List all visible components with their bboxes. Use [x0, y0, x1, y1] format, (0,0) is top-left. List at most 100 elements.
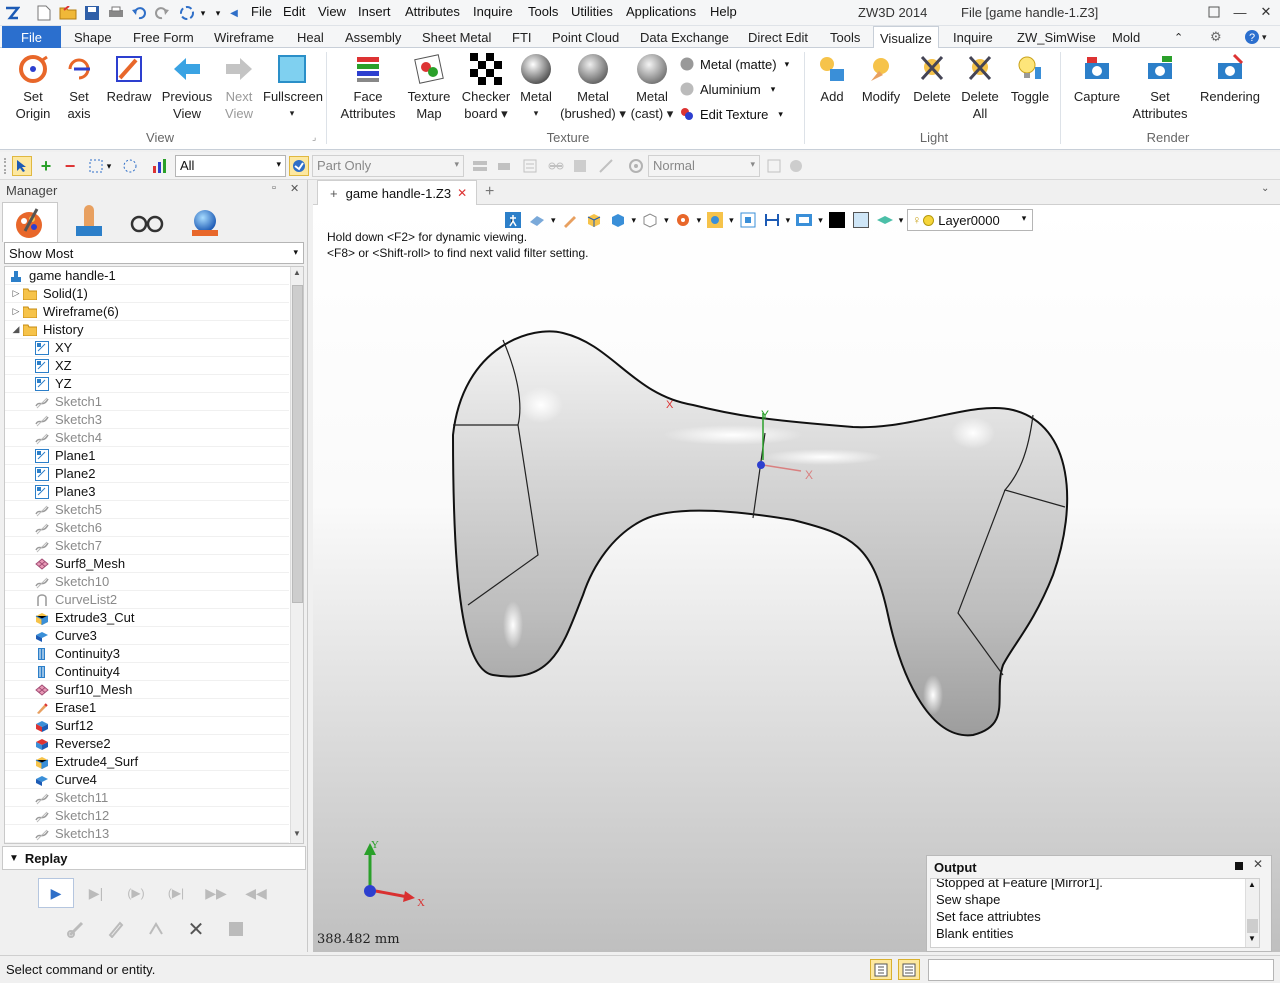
menu-help[interactable]: Help: [710, 4, 737, 19]
replay-step-into-icon[interactable]: (▶): [118, 878, 154, 908]
save-icon[interactable]: [82, 3, 102, 23]
checker-board-button[interactable]: Checker board ▾: [460, 52, 512, 122]
menu-left-arrow-icon[interactable]: ◀: [228, 3, 240, 23]
tree-item[interactable]: Continuity4: [5, 663, 289, 681]
tree-item[interactable]: Sketch3: [5, 411, 289, 429]
minimize-icon[interactable]: —: [1227, 0, 1253, 24]
tree-item[interactable]: Sketch12: [5, 807, 289, 825]
status-toggle-1-icon[interactable]: [870, 959, 892, 980]
close-window-icon[interactable]: ✕: [1253, 0, 1279, 24]
expand-toggle-icon[interactable]: ◢: [9, 324, 23, 335]
lasso-select-icon[interactable]: [120, 156, 140, 176]
menu-attributes[interactable]: Attributes: [405, 4, 460, 19]
metal-matte-dropdown-icon[interactable]: ▾: [785, 59, 790, 70]
light-delete-button[interactable]: Delete: [910, 52, 954, 105]
edit-texture-dropdown-icon[interactable]: ▾: [778, 109, 783, 120]
tab-assembly[interactable]: Assembly: [339, 26, 407, 48]
box-select-icon[interactable]: [86, 156, 106, 176]
scrollbar-thumb[interactable]: [1247, 919, 1258, 933]
expand-toggle-icon[interactable]: ▷: [9, 306, 23, 317]
tree-item[interactable]: Plane3: [5, 483, 289, 501]
regen-icon[interactable]: [177, 3, 197, 23]
menu-utilities[interactable]: Utilities: [571, 4, 613, 19]
tab-mold[interactable]: Mold: [1106, 26, 1146, 48]
tree-item[interactable]: Extrude3_Cut: [5, 609, 289, 627]
quick-access-dropdown-icon[interactable]: ▾: [197, 3, 209, 23]
redraw-button[interactable]: Redraw: [105, 52, 153, 105]
tab-list-dropdown-icon[interactable]: ⌄: [1261, 183, 1269, 194]
replay-rewind-icon[interactable]: ◀◀: [238, 878, 274, 908]
set-axis-button[interactable]: Set axis: [60, 52, 98, 122]
undo-icon[interactable]: [129, 3, 149, 23]
layer-filter-icon[interactable]: [470, 156, 490, 176]
light-add-button[interactable]: Add: [812, 52, 852, 105]
tab-point-cloud[interactable]: Point Cloud: [546, 26, 625, 48]
tab-tools[interactable]: Tools: [824, 26, 866, 48]
tab-heal[interactable]: Heal: [291, 26, 330, 48]
metal-cast-button[interactable]: Metal (cast) ▾: [630, 52, 674, 122]
tab-free-form[interactable]: Free Form: [127, 26, 200, 48]
add-selection-icon[interactable]: +: [36, 156, 56, 176]
tree-item[interactable]: Sketch13: [5, 825, 289, 843]
game-handle-model[interactable]: Y X X Y X: [313, 205, 1280, 952]
settings-gear-icon[interactable]: ⚙: [1204, 26, 1228, 48]
replay-rollback-icon[interactable]: [138, 914, 174, 944]
tab-file[interactable]: File: [2, 26, 61, 48]
tree-item[interactable]: ◢ History: [5, 321, 289, 339]
panel-close-icon[interactable]: ✕: [290, 182, 299, 195]
remove-selection-icon[interactable]: −: [60, 156, 80, 176]
tree-item[interactable]: CurveList2: [5, 591, 289, 609]
command-input[interactable]: [928, 959, 1274, 981]
dialog-launcher-icon[interactable]: ⌟: [312, 132, 316, 143]
tab-zw-simwise[interactable]: ZW_SimWise: [1011, 26, 1102, 48]
customize-dropdown-icon[interactable]: ▾: [212, 3, 224, 23]
edge-select-icon[interactable]: [596, 156, 616, 176]
smart-pick-icon[interactable]: [289, 156, 309, 176]
tab-visualize[interactable]: Visualize: [873, 26, 939, 49]
replay-delete-icon[interactable]: ✕: [178, 914, 214, 944]
restore-doc-icon[interactable]: [1201, 0, 1227, 24]
replay-step-over-icon[interactable]: (▶|: [158, 878, 194, 908]
texture-map-button[interactable]: Texture Map: [404, 52, 454, 122]
tab-direct-edit[interactable]: Direct Edit: [742, 26, 814, 48]
replay-stop-icon[interactable]: [218, 914, 254, 944]
scroll-up-icon[interactable]: ▲: [293, 268, 301, 277]
tree-item[interactable]: ▷ Wireframe(6): [5, 303, 289, 321]
tree-item[interactable]: Extrude4_Surf: [5, 753, 289, 771]
tree-item[interactable]: Sketch5: [5, 501, 289, 519]
redo-icon[interactable]: [152, 3, 172, 23]
panel-pin-icon[interactable]: ▫: [272, 182, 276, 194]
display-settings-icon[interactable]: [786, 156, 806, 176]
new-tab-icon[interactable]: +: [485, 183, 494, 201]
tree-item[interactable]: XZ: [5, 357, 289, 375]
menu-file[interactable]: File: [251, 4, 272, 19]
app-logo-icon[interactable]: [2, 3, 22, 23]
scroll-up-icon[interactable]: ▲: [1248, 880, 1256, 889]
tree-item[interactable]: Curve3: [5, 627, 289, 645]
menu-view[interactable]: View: [318, 4, 346, 19]
new-file-icon[interactable]: [34, 3, 54, 23]
tree-item[interactable]: Sketch6: [5, 519, 289, 537]
display-option-icon[interactable]: [764, 156, 784, 176]
close-tab-icon[interactable]: ✕: [457, 186, 467, 200]
tree-scrollbar[interactable]: ▲ ▼: [290, 267, 303, 843]
tree-item[interactable]: Reverse2: [5, 735, 289, 753]
tree-item[interactable]: ▷ Solid(1): [5, 285, 289, 303]
scroll-down-icon[interactable]: ▼: [1248, 934, 1256, 943]
filter-select[interactable]: All ▾: [175, 155, 286, 177]
menu-tools[interactable]: Tools: [528, 4, 558, 19]
box-select-dropdown-icon[interactable]: ▾: [104, 156, 114, 176]
tree-item[interactable]: Surf12: [5, 717, 289, 735]
edit-texture-button[interactable]: Edit Texture ▾: [680, 103, 800, 125]
part-only-select[interactable]: Part Only ▾: [312, 155, 464, 177]
face-select-icon[interactable]: [570, 156, 590, 176]
menu-edit[interactable]: Edit: [283, 4, 305, 19]
previous-view-button[interactable]: Previous View: [160, 52, 214, 122]
expand-toggle-icon[interactable]: ▷: [9, 288, 23, 299]
render-set-attributes-button[interactable]: Set Attributes: [1128, 52, 1192, 122]
metal-matte-button[interactable]: Metal (matte) ▾: [680, 53, 800, 75]
manager-tab-visual[interactable]: [180, 204, 230, 240]
tree-item[interactable]: Plane2: [5, 465, 289, 483]
scrollbar-thumb[interactable]: [292, 285, 303, 603]
output-log[interactable]: Stopped at Feature [Mirror1]. Sew shape …: [930, 878, 1260, 948]
